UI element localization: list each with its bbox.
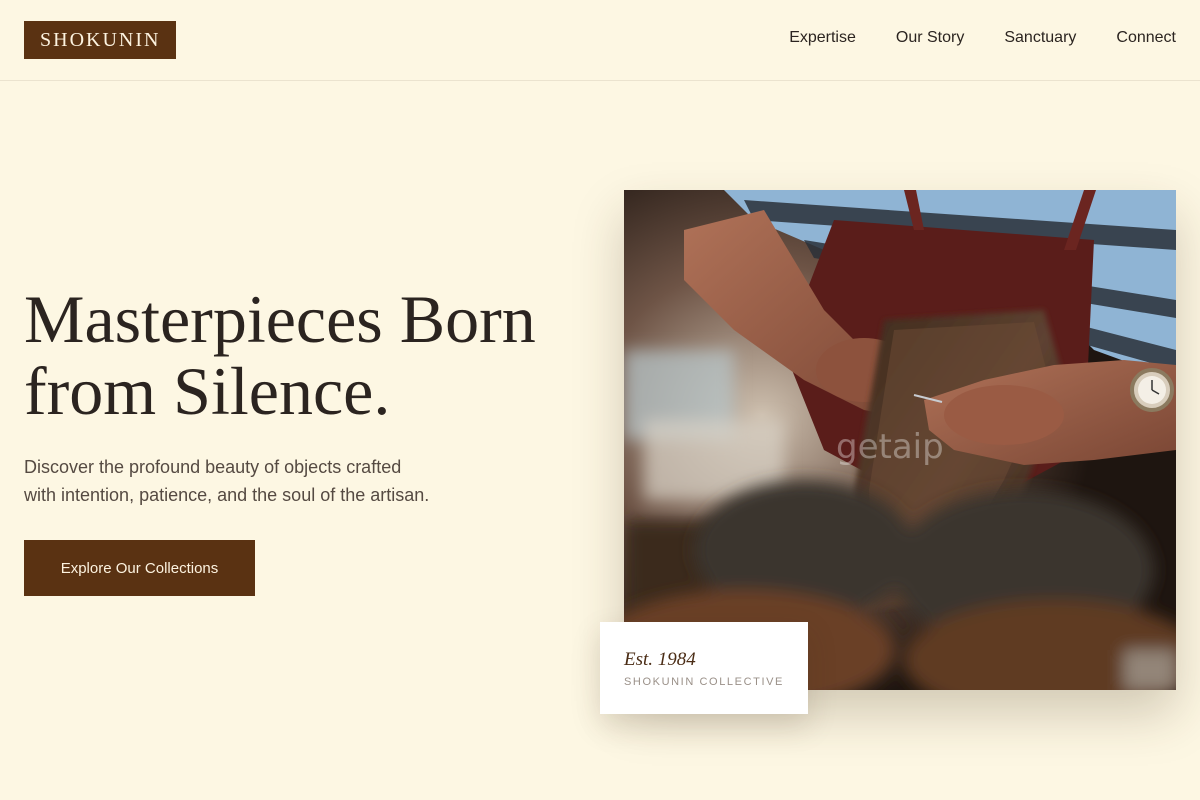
established-badge: Est. 1984 SHOKUNIN COLLECTIVE	[600, 622, 808, 714]
brand-logo[interactable]: SHOKUNIN	[24, 21, 177, 59]
site-header: SHOKUNIN Expertise Our Story Sanctuary C…	[0, 0, 1200, 81]
hero-subtitle: Discover the profound beauty of objects …	[24, 453, 484, 509]
nav-item-expertise[interactable]: Expertise	[789, 28, 856, 48]
hero-subtitle-line-1: Discover the profound beauty of objects …	[24, 457, 402, 477]
explore-collections-button[interactable]: Explore Our Collections	[24, 540, 255, 596]
hero-title: Masterpieces Born from Silence.	[24, 283, 604, 427]
hero-subtitle-line-2: with intention, patience, and the soul o…	[24, 485, 430, 505]
nav-item-connect[interactable]: Connect	[1116, 28, 1176, 48]
badge-collective-name: SHOKUNIN COLLECTIVE	[624, 676, 784, 688]
badge-established: Est. 1984	[624, 649, 696, 670]
nav-item-our-story[interactable]: Our Story	[896, 28, 964, 48]
artisan-photo: getaip	[624, 190, 1176, 690]
nav-item-sanctuary[interactable]: Sanctuary	[1004, 28, 1076, 48]
hero-title-line-2: from Silence.	[24, 353, 391, 429]
hero-image: getaip	[624, 190, 1176, 690]
main-nav: Expertise Our Story Sanctuary Connect	[789, 28, 1176, 48]
hero-title-line-1: Masterpieces Born	[24, 281, 536, 357]
watermark-text: getaip	[836, 427, 944, 467]
